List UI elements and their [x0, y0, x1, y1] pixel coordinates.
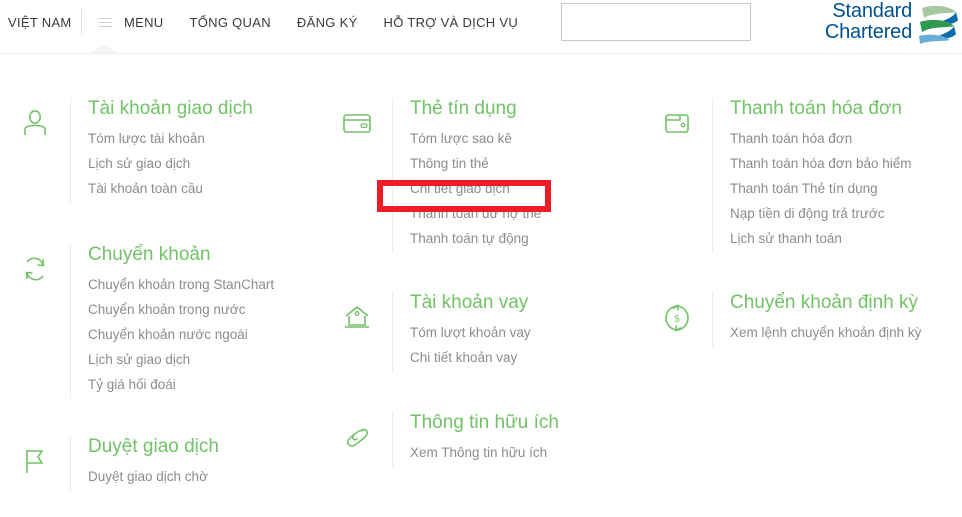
top-header: VIỆT NAM MENU TỔNG QUAN ĐĂNG KÝ HỖ TRỢ V… — [0, 0, 962, 44]
menu-link-chi-tiet-giao-dich[interactable]: Chi tiết giao dịch — [410, 176, 642, 201]
menu-link[interactable]: Lịch sử giao dịch — [88, 151, 322, 176]
menu-link[interactable]: Duyệt giao dịch chờ — [88, 464, 322, 489]
menu-group-title[interactable]: Tài khoản vay — [410, 292, 642, 314]
logo-mark-icon — [914, 2, 960, 53]
mega-menu-panel: Tài khoản giao dịch Tóm lược tài khoản L… — [0, 53, 962, 517]
menu-group-title[interactable]: Duyệt giao dịch — [88, 436, 322, 458]
menu-group-chuyen-khoan-dinh-ky: $ Chuyển khoản định kỳ Xem lệnh chuyển k… — [642, 253, 962, 347]
menu-link[interactable]: Xem lệnh chuyển khoản định kỳ — [730, 320, 962, 345]
menu-link[interactable]: Nạp tiền di động trả trước — [730, 201, 962, 226]
menu-group-tai-khoan-vay: Tài khoản vay Tóm lượt khoản vay Chi tiế… — [322, 253, 642, 372]
logo-line-1: Standard — [832, 0, 912, 22]
menu-group-title[interactable]: Chuyển khoản định kỳ — [730, 292, 962, 314]
menu-group-chuyen-khoan: Chuyển khoản Chuyển khoản trong StanChar… — [0, 203, 322, 399]
wallet-icon — [642, 98, 712, 253]
menu-link[interactable]: Chuyển khoản trong StanChart — [88, 272, 322, 297]
header-divider — [81, 9, 82, 35]
menu-group-tai-khoan-giao-dich: Tài khoản giao dịch Tóm lược tài khoản L… — [0, 54, 322, 203]
refresh-transfer-icon — [0, 244, 70, 399]
menu-link[interactable]: Tỷ giá hối đoái — [88, 372, 322, 397]
menu-group-title[interactable]: Thẻ tín dụng — [410, 98, 642, 120]
menu-link[interactable]: Thanh toán dư nợ thẻ — [410, 201, 642, 226]
menu-group-title[interactable]: Thông tin hữu ích — [410, 412, 642, 434]
menu-column-3: Thanh toán hóa đơn Thanh toán hóa đơn Th… — [642, 54, 962, 491]
standard-chartered-logo: Standard Chartered — [802, 0, 962, 48]
menu-link[interactable]: Thanh toán Thẻ tín dụng — [730, 176, 962, 201]
menu-column-2: Thẻ tín dụng Tóm lược sao kê Thông tin t… — [322, 54, 642, 491]
menu-link[interactable]: Tài khoản toàn cầu — [88, 176, 322, 201]
flag-icon — [0, 436, 70, 491]
nav-item-ho-tro-va-dich-vu[interactable]: HỖ TRỢ VÀ DỊCH VỤ — [371, 15, 531, 30]
search-input[interactable] — [561, 3, 752, 41]
menu-link[interactable]: Lịch sử giao dịch — [88, 347, 322, 372]
nav-item-dang-ky[interactable]: ĐĂNG KÝ — [284, 15, 371, 30]
menu-link[interactable]: Thanh toán hóa đơn — [730, 126, 962, 151]
menu-link[interactable]: Xem Thông tin hữu ích — [410, 440, 642, 465]
menu-group-title[interactable]: Tài khoản giao dịch — [88, 98, 322, 120]
menu-link[interactable]: Lịch sử thanh toán — [730, 226, 962, 251]
menu-link[interactable]: Chuyển khoản nước ngoài — [88, 322, 322, 347]
menu-group-the-tin-dung: Thẻ tín dụng Tóm lược sao kê Thông tin t… — [322, 54, 642, 253]
user-icon — [0, 98, 70, 203]
menu-group-duyet-giao-dich: Duyệt giao dịch Duyệt giao dịch chờ — [0, 399, 322, 491]
hamburger-icon[interactable] — [88, 17, 122, 27]
menu-link[interactable]: Thông tin thẻ — [410, 151, 642, 176]
menu-link[interactable]: Thanh toán hóa đơn bảo hiểm — [730, 151, 962, 176]
menu-link[interactable]: Tóm lược sao kê — [410, 126, 642, 151]
paperclip-icon — [322, 412, 392, 467]
credit-card-icon — [322, 98, 392, 253]
menu-link[interactable]: Chi tiết khoản vay — [410, 345, 642, 370]
nav-item-tong-quan[interactable]: TỔNG QUAN — [176, 15, 283, 30]
menu-group-thanh-toan-hoa-don: Thanh toán hóa đơn Thanh toán hóa đơn Th… — [642, 54, 962, 253]
menu-group-title[interactable]: Chuyển khoản — [88, 244, 322, 266]
menu-link[interactable]: Tóm lược tài khoản — [88, 126, 322, 151]
house-loan-icon — [322, 292, 392, 372]
menu-group-thong-tin-huu-ich: Thông tin hữu ích Xem Thông tin hữu ích — [322, 372, 642, 467]
menu-group-title[interactable]: Thanh toán hóa đơn — [730, 98, 962, 120]
svg-text:$: $ — [674, 313, 680, 325]
logo-line-2: Chartered — [824, 21, 912, 43]
nav-item-menu[interactable]: MENU — [122, 15, 176, 30]
menu-active-caret — [90, 44, 118, 53]
menu-link[interactable]: Chuyển khoản trong nước — [88, 297, 322, 322]
menu-link[interactable]: Thanh toán tự động — [410, 226, 642, 251]
country-label: VIỆT NAM — [8, 14, 72, 30]
menu-column-1: Tài khoản giao dịch Tóm lược tài khoản L… — [0, 54, 322, 491]
menu-link[interactable]: Tóm lượt khoản vay — [410, 320, 642, 345]
recurring-transfer-icon: $ — [642, 292, 712, 347]
